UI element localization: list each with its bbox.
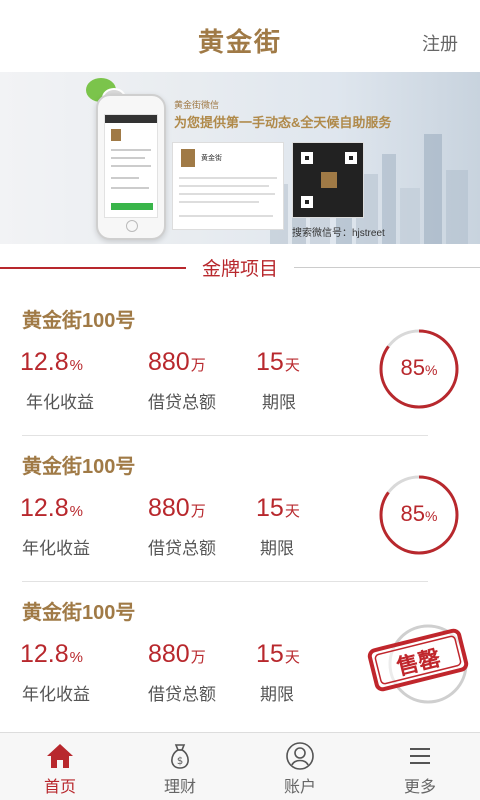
term-label: 期限 xyxy=(262,393,296,412)
annual-rate-value: 12.8% xyxy=(20,494,84,522)
loan-amount-label: 借贷总额 xyxy=(148,539,216,558)
page-title: 黄金街 xyxy=(197,27,282,57)
qr-code-icon xyxy=(292,142,364,218)
product-name: 黄金街100号 xyxy=(22,310,136,332)
product-item[interactable]: 黄金街100号 12.8% 年化收益 880万 借贷总额 15天 期限 85% xyxy=(0,290,480,436)
wechat-profile-card: 黄金街 xyxy=(172,142,284,230)
menu-icon xyxy=(410,748,430,764)
home-icon xyxy=(47,744,73,768)
bottom-tab-bar: 首页 $ 理财 账户 更多 xyxy=(0,732,480,800)
section-title: 金牌项目 xyxy=(201,259,278,280)
term-value: 15天 xyxy=(256,640,300,668)
term-value: 15天 xyxy=(256,348,300,376)
progress-percent: 85% xyxy=(400,501,438,526)
user-icon xyxy=(286,742,314,770)
tab-more[interactable]: 更多 xyxy=(360,733,480,800)
loan-amount-value: 880万 xyxy=(148,640,206,668)
divider xyxy=(0,267,186,269)
money-bag-icon: $ xyxy=(171,744,189,769)
progress-ring: 85% xyxy=(378,328,460,410)
loan-amount-label: 借贷总额 xyxy=(148,685,216,704)
annual-rate-label: 年化收益 xyxy=(22,539,90,558)
phone-mockup xyxy=(96,94,166,240)
divider xyxy=(294,267,480,268)
loan-amount-value: 880万 xyxy=(148,494,206,522)
annual-rate-value: 12.8% xyxy=(20,348,84,376)
product-item[interactable]: 黄金街100号 12.8% 年化收益 880万 借贷总额 15天 期限 85% xyxy=(0,436,480,582)
tab-label: 首页 xyxy=(43,779,76,796)
register-link[interactable]: 注册 xyxy=(422,30,458,56)
term-value: 15天 xyxy=(256,494,300,522)
wechat-search-hint: 搜索微信号：hjstreet xyxy=(292,228,385,239)
tab-label: 理财 xyxy=(163,779,196,796)
product-name: 黄金街100号 xyxy=(22,602,136,624)
tab-finance[interactable]: $ 理财 xyxy=(120,733,240,800)
section-header: 金牌项目 xyxy=(0,244,480,290)
progress-ring: 85% xyxy=(378,474,460,556)
promo-banner[interactable]: 黄金街微信 为您提供第一手动态&全天候自助服务 黄金街 搜索微信号：hjstre… xyxy=(0,72,480,244)
term-label: 期限 xyxy=(260,685,294,704)
annual-rate-label: 年化收益 xyxy=(26,393,94,412)
loan-amount-value: 880万 xyxy=(148,348,206,376)
progress-percent: 85% xyxy=(400,355,438,380)
app-header: 黄金街 注册 xyxy=(0,0,480,72)
card-name: 黄金街 xyxy=(201,155,222,162)
tab-label: 账户 xyxy=(283,779,316,796)
wechat-label: 黄金街微信 xyxy=(174,100,220,110)
tab-account[interactable]: 账户 xyxy=(240,733,360,800)
banner-slogan: 为您提供第一手动态&全天候自助服务 xyxy=(174,115,392,130)
product-item[interactable]: 黄金街100号 12.8% 年化收益 880万 借贷总额 15天 期限 售罄 xyxy=(0,582,480,728)
annual-rate-value: 12.8% xyxy=(20,640,84,668)
loan-amount-label: 借贷总额 xyxy=(148,393,216,412)
product-name: 黄金街100号 xyxy=(22,456,136,478)
tab-home[interactable]: 首页 xyxy=(0,733,120,800)
annual-rate-label: 年化收益 xyxy=(22,685,90,704)
sold-out-stamp: 售罄 xyxy=(362,612,474,708)
svg-text:$: $ xyxy=(177,756,183,767)
term-label: 期限 xyxy=(260,539,294,558)
tab-label: 更多 xyxy=(403,779,436,796)
